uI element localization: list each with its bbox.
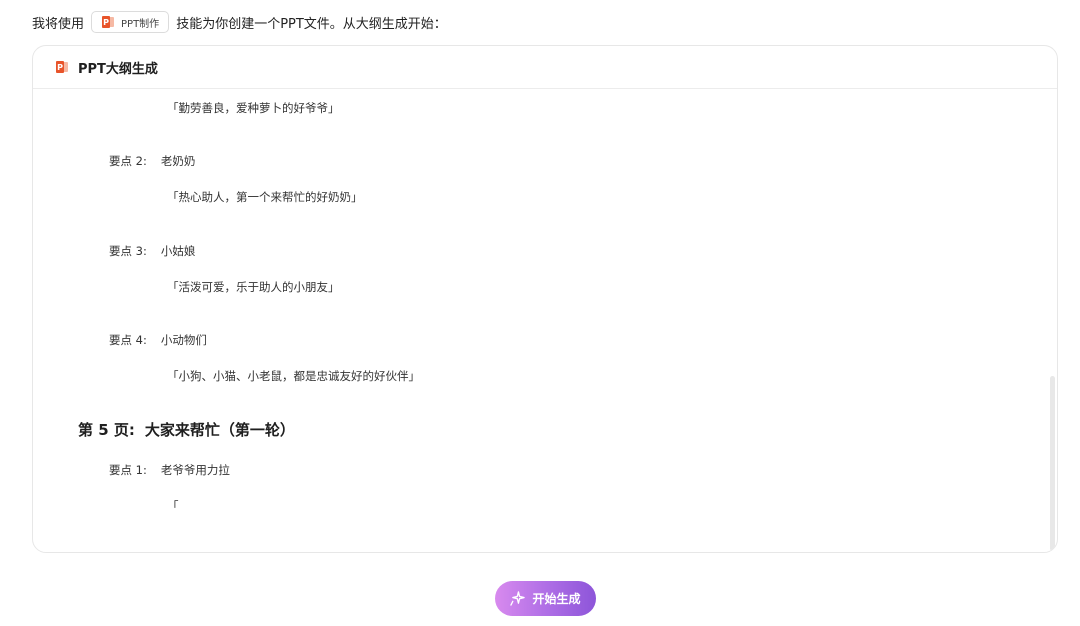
outline-quote: 「热心助人，第一个来帮忙的好奶奶」 <box>167 190 363 204</box>
outline-card: P PPT大纲生成 「勤劳善良，爱种萝卜的好爷爷」 要点 2: 老奶奶 「热心助… <box>32 45 1058 553</box>
outline-card-header: P PPT大纲生成 <box>33 46 1057 89</box>
start-generate-button[interactable]: 开始生成 <box>495 581 596 616</box>
intro-text-before: 我将使用 <box>32 16 85 32</box>
svg-text:P: P <box>57 63 63 72</box>
intro-message: 我将使用 P PPT制作 技能为你创建一个PPT文件。从大纲生成开始： <box>32 10 447 34</box>
outline-point: 要点 3: 小姑娘 <box>109 243 195 259</box>
page-heading-label: 第 5 页: <box>78 421 135 439</box>
skill-chip-label: PPT制作 <box>121 18 160 30</box>
point-text: 小姑娘 <box>160 244 196 258</box>
svg-text:P: P <box>103 18 109 27</box>
outline-page-heading: 第 5 页: 大家来帮忙（第一轮） <box>78 419 295 440</box>
start-generate-label: 开始生成 <box>532 592 581 606</box>
point-text: 老奶奶 <box>160 154 196 168</box>
ppt-icon: P <box>56 61 68 73</box>
outline-point: 要点 4: 小动物们 <box>109 332 207 348</box>
outline-quote: 「小狗、小猫、小老鼠，都是忠诚友好的好伙伴」 <box>167 369 420 383</box>
point-label: 要点 2: <box>109 154 147 168</box>
point-label: 要点 4: <box>109 333 147 347</box>
outline-point: 要点 1: 老爷爷用力拉 <box>109 462 230 478</box>
point-label: 要点 1: <box>109 463 147 477</box>
outline-card-title: PPT大纲生成 <box>78 61 158 77</box>
point-text: 小动物们 <box>160 333 207 347</box>
outline-point: 要点 2: 老奶奶 <box>109 153 195 169</box>
page-heading-text: 大家来帮忙（第一轮） <box>144 421 295 439</box>
scrollbar-thumb[interactable] <box>1050 376 1055 551</box>
outline-content[interactable]: 「勤劳善良，爱种萝卜的好爷爷」 要点 2: 老奶奶 「热心助人，第一个来帮忙的好… <box>33 89 1057 552</box>
sparkle-icon <box>510 591 526 606</box>
point-text: 老爷爷用力拉 <box>160 463 230 477</box>
outline-quote: 「活泼可爱，乐于助人的小朋友」 <box>167 280 340 294</box>
intro-text-after: 技能为你创建一个PPT文件。从大纲生成开始： <box>176 16 447 32</box>
point-label: 要点 3: <box>109 244 147 258</box>
skill-chip-ppt[interactable]: P PPT制作 <box>91 11 170 33</box>
outline-quote: 「勤劳善良，爱种萝卜的好爷爷」 <box>167 101 340 115</box>
ppt-icon: P <box>102 16 115 28</box>
outline-scrollbar[interactable] <box>1049 91 1055 552</box>
outline-quote: 「 <box>167 499 179 513</box>
